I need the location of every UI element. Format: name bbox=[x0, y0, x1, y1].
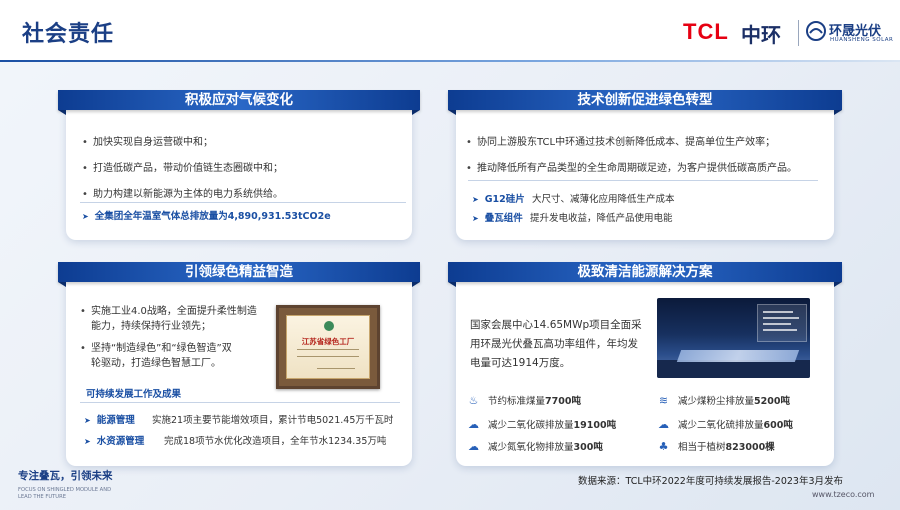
stat-so2: ☁ 减少二氧化硫排放量600吨 bbox=[658, 418, 793, 431]
g12-row: ➤ G12硅片 大尺寸、减薄化应用降低生产成本 bbox=[472, 191, 675, 205]
dust-icon: ≋ bbox=[658, 394, 669, 407]
page-title: 社会责任 bbox=[22, 22, 115, 47]
stat-trees: ♣ 相当于植树823000棵 bbox=[656, 439, 775, 453]
divider bbox=[80, 402, 400, 403]
list-item: 推动降低所有产品类型的全生命周期碳足迹，为客户提供低碳高质产品。 bbox=[466, 156, 797, 182]
energy-text: 实施21项主要节能增效项目，累计节电5021.45万千瓦时 bbox=[152, 415, 394, 426]
climate-card: 积极应对气候变化 加快实现自身运营碳中和； 打造低碳产品，带动价值链生态圈碳中和… bbox=[58, 90, 420, 240]
divider bbox=[80, 202, 406, 203]
water-text: 完成18项节水优化改造项目，全年节水1234.35万吨 bbox=[164, 436, 387, 447]
arrow-icon: ➤ bbox=[84, 437, 91, 446]
arrow-icon: ➤ bbox=[472, 214, 479, 223]
list-item: 坚持“制造绿色”和“绿色智造”双轮驱动，打造绿色智慧工厂。 bbox=[80, 341, 257, 371]
arrow-icon: ➤ bbox=[84, 416, 91, 425]
stat-dust: ≋ 减少煤粉尘排放量5200吨 bbox=[656, 393, 790, 407]
tcl-logo: TCL bbox=[683, 19, 729, 44]
emission-text: 全集团全年温室气体总排放量为4,890,931.53tCO2e bbox=[94, 211, 331, 222]
coal-icon: ♨ bbox=[468, 394, 479, 407]
project-description: 国家会展中心14.65MWp项目全面采 用环晟光伏叠瓦高功率组件，年均发 电量可… bbox=[470, 319, 642, 369]
shingled-label: 叠瓦组件 bbox=[484, 213, 523, 224]
g12-label: G12硅片 bbox=[484, 194, 525, 205]
innovation-card: 技术创新促进绿色转型 协同上游股东TCL中环通过技术创新降低成本、提高单位生产效… bbox=[448, 90, 842, 240]
achievements-title: 可持续发展工作及成果 bbox=[86, 389, 182, 400]
co2-icon: ☁ bbox=[468, 418, 479, 431]
logo-divider bbox=[798, 20, 799, 46]
certificate-seal-icon bbox=[324, 321, 334, 331]
so2-icon: ☁ bbox=[658, 418, 669, 431]
exhibition-center-plant-image bbox=[657, 298, 810, 378]
footer-slogan: 专注叠瓦，引领未来 bbox=[18, 470, 113, 482]
clean-energy-card-title: 极致清洁能源解决方案 bbox=[448, 262, 842, 287]
list-item: 协同上游股东TCL中环通过技术创新降低成本、提高单位生产效率； bbox=[466, 130, 797, 156]
huansheng-logo-en: HUANSHENG SOLAR bbox=[830, 37, 894, 43]
data-source: 数据来源：TCL中环2022年度可持续发展报告-2023年3月发布 bbox=[578, 476, 843, 487]
huansheng-logo-icon bbox=[806, 21, 826, 41]
header-divider bbox=[0, 60, 900, 62]
stat-nox: ☁ 减少氮氧化物排放量300吨 bbox=[468, 440, 603, 453]
arrow-icon: ➤ bbox=[472, 195, 479, 204]
climate-card-title: 积极应对气候变化 bbox=[58, 90, 420, 115]
manufacturing-bullets: 实施工业4.0战略，全面提升柔性制造能力，持续保持行业领先； 坚持“制造绿色”和… bbox=[80, 304, 257, 371]
innovation-card-title: 技术创新促进绿色转型 bbox=[448, 90, 842, 115]
list-item: 实施工业4.0战略，全面提升柔性制造能力，持续保持行业领先； bbox=[80, 304, 257, 334]
energy-label: ➤ 能源管理 bbox=[84, 415, 135, 426]
top-bar: 社会责任 TCL 中环 环晟光伏 HUANSHENG SOLAR bbox=[0, 0, 900, 62]
tree-icon: ♣ bbox=[658, 440, 669, 453]
list-item: 打造低碳产品，带动价值链生态圈碳中和； bbox=[82, 156, 283, 182]
emission-highlight: ➤ 全集团全年温室气体总排放量为4,890,931.53tCO2e bbox=[82, 208, 331, 222]
list-item: 助力构建以新能源为主体的电力系统供给。 bbox=[82, 182, 283, 208]
certificate-title: 江苏省绿色工厂 bbox=[301, 337, 355, 346]
arrow-icon: ➤ bbox=[82, 212, 89, 221]
shingled-text: 提升发电收益，降低产品使用电能 bbox=[530, 213, 673, 224]
innovation-bullets: 协同上游股东TCL中环通过技术创新降低成本、提高单位生产效率； 推动降低所有产品… bbox=[466, 130, 797, 182]
website-link[interactable]: www.tzeco.com bbox=[812, 490, 874, 499]
shingled-row: ➤ 叠瓦组件 提升发电收益，降低产品使用电能 bbox=[472, 210, 673, 224]
water-label: ➤ 水资源管理 bbox=[84, 436, 145, 447]
footer-slogan-en: FOCUS ON SHINGLED MODULE AND LEAD THE FU… bbox=[18, 487, 112, 500]
stat-coal: ♨ 节约标准煤量7700吨 bbox=[466, 393, 581, 407]
nox-icon: ☁ bbox=[468, 440, 479, 453]
divider bbox=[468, 180, 818, 181]
zhonghuan-logo: 中环 bbox=[741, 23, 781, 47]
green-factory-certificate-image: 江苏省绿色工厂 bbox=[276, 305, 380, 389]
climate-bullets: 加快实现自身运营碳中和； 打造低碳产品，带动价值链生态圈碳中和； 助力构建以新能… bbox=[82, 130, 283, 208]
g12-text: 大尺寸、减薄化应用降低生产成本 bbox=[532, 194, 675, 205]
manufacturing-card-title: 引领绿色精益智造 bbox=[58, 262, 420, 287]
list-item: 加快实现自身运营碳中和； bbox=[82, 130, 283, 156]
stat-co2: ☁ 减少二氧化碳排放量19100吨 bbox=[468, 418, 617, 431]
